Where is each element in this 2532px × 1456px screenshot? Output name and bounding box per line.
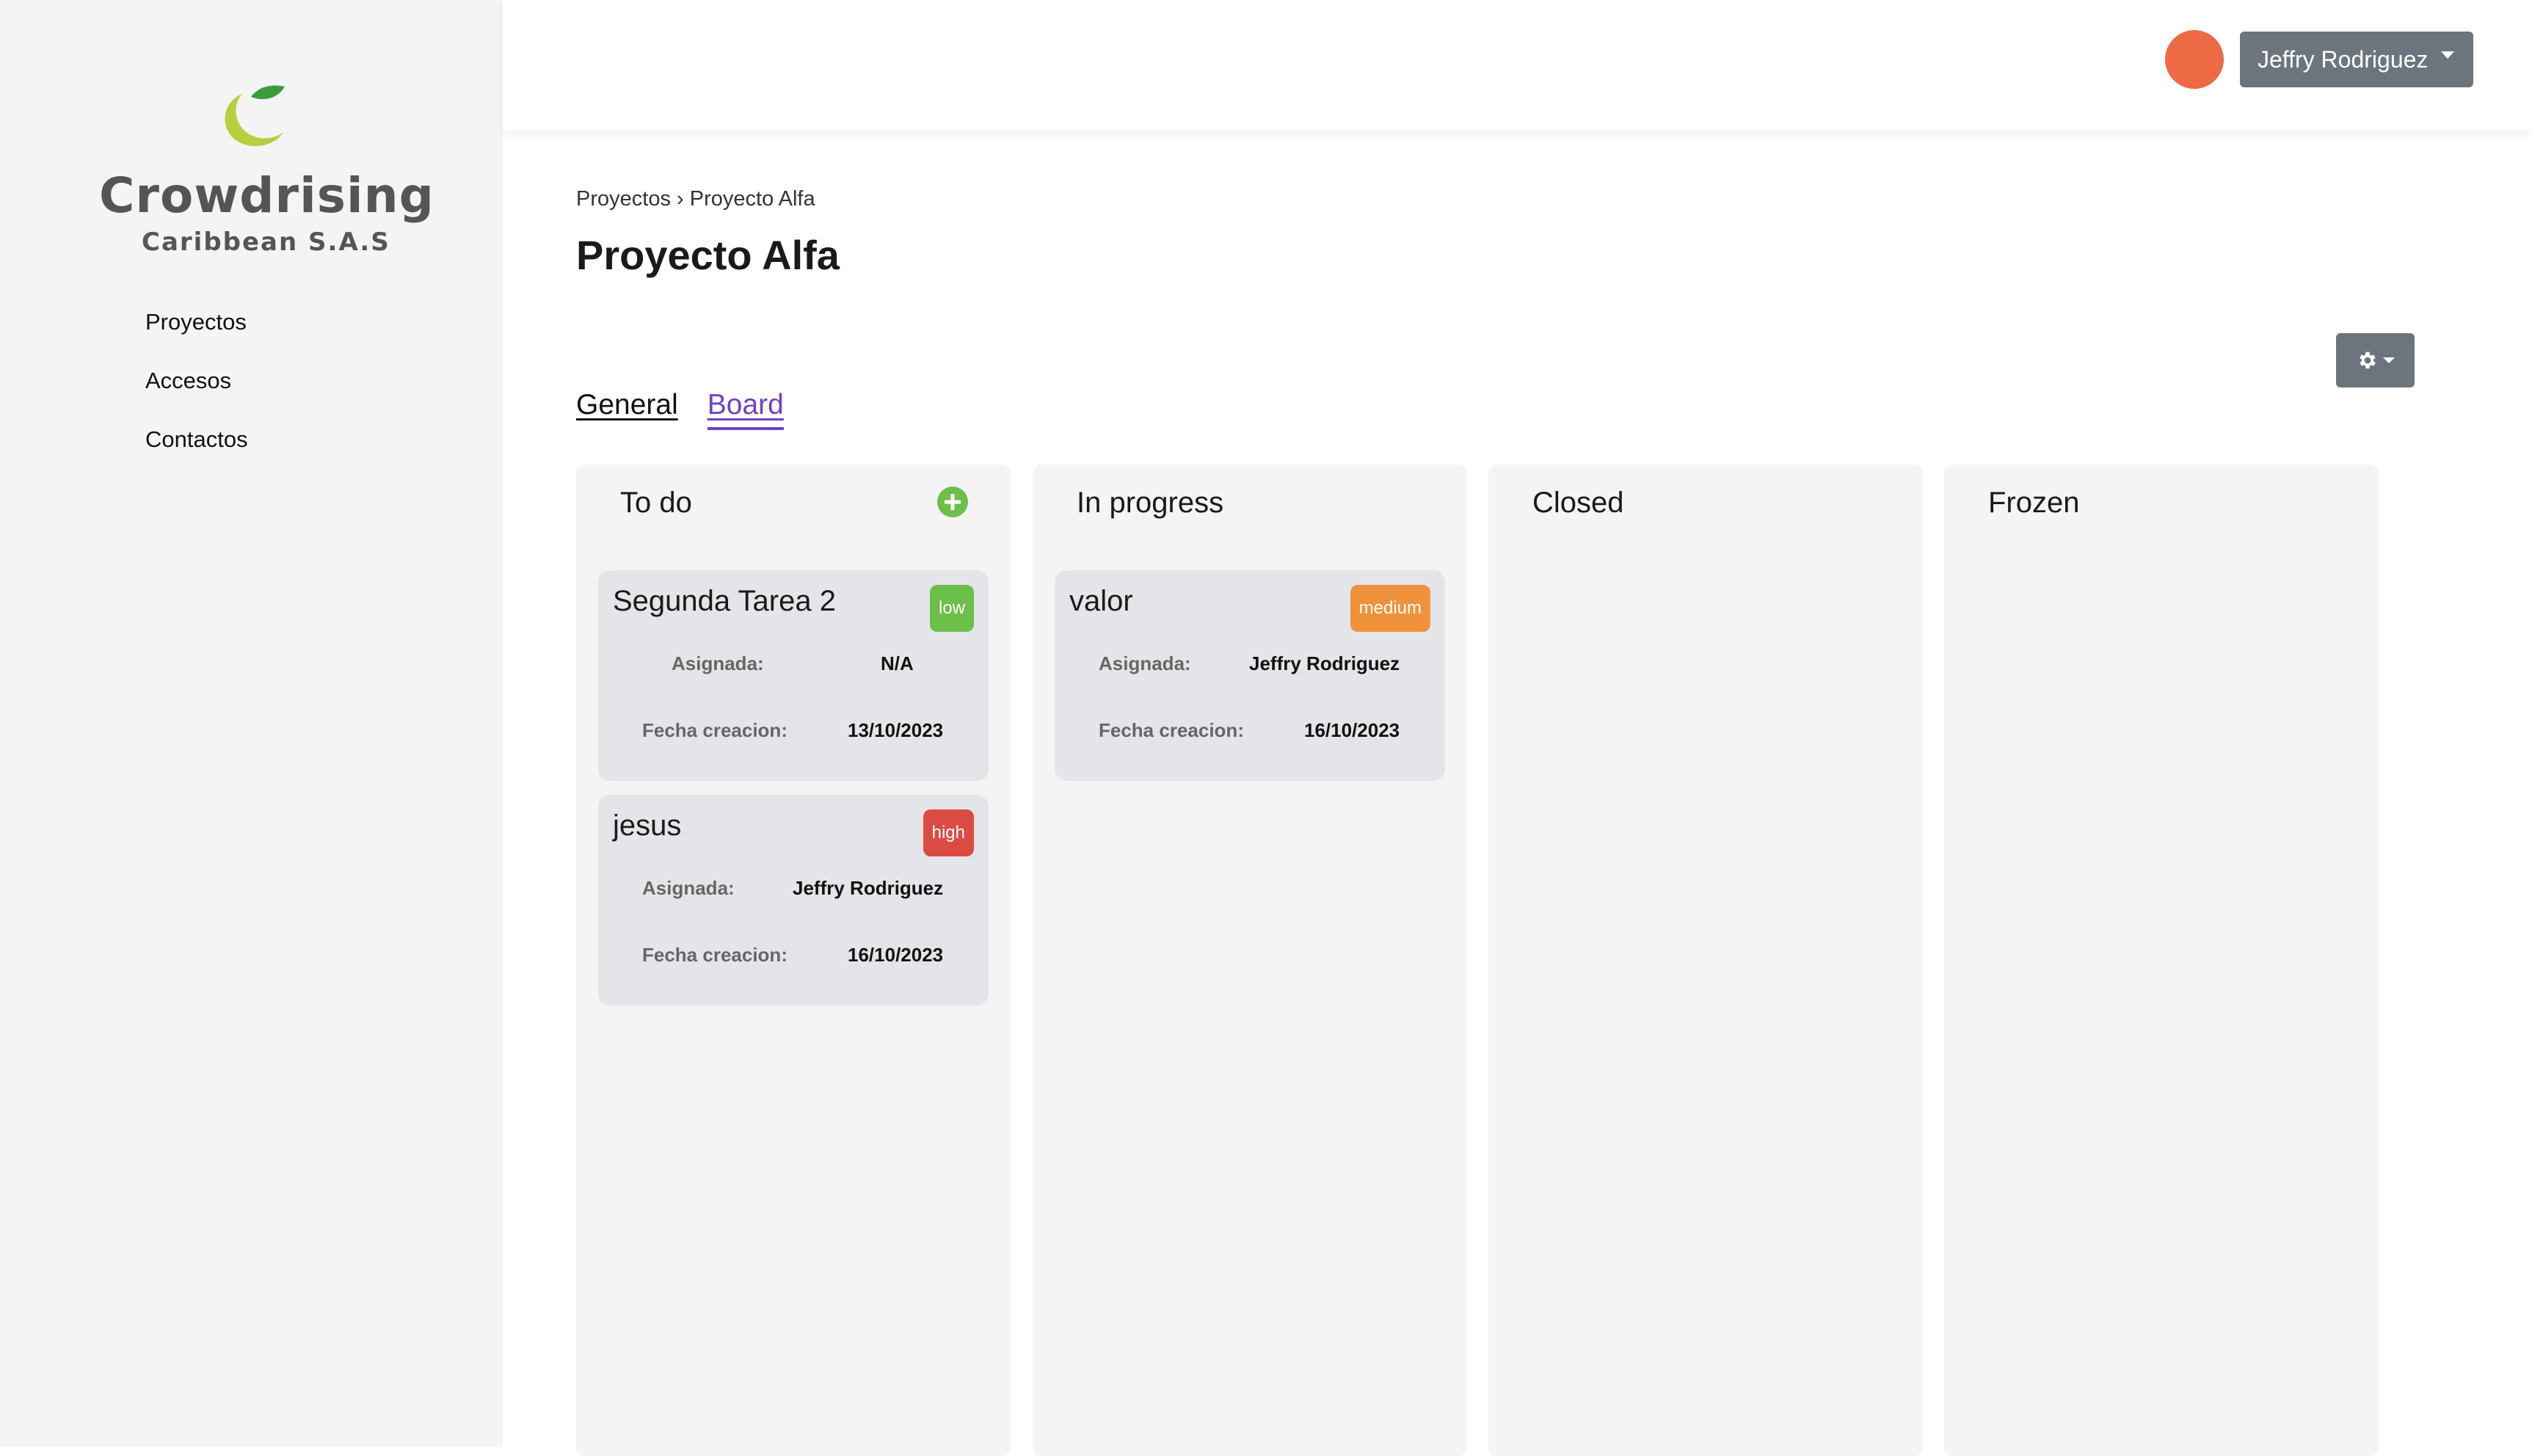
column-title: To do (620, 487, 692, 519)
sidebar-item-contactos[interactable]: Contactos (145, 422, 248, 481)
assigned-label: Asignada: (642, 877, 735, 899)
board-column-in-progress: In progress valor medium Asignada: Jeffr… (1033, 465, 1467, 1456)
add-task-button[interactable] (937, 487, 968, 517)
priority-badge: high (923, 809, 974, 856)
column-title: Frozen (1988, 487, 2080, 519)
sidebar-nav: Proyectos Accesos Contactos (145, 305, 248, 481)
breadcrumb: Proyectos › Proyecto Alfa (576, 187, 815, 211)
page-title: Proyecto Alfa (576, 232, 840, 278)
date-value: 16/10/2023 (1304, 719, 1400, 741)
board-column-todo: To do Segunda Tarea 2 low Asignada: N/A … (576, 465, 1011, 1456)
breadcrumb-separator: › (677, 187, 684, 211)
sidebar-item-proyectos[interactable]: Proyectos (145, 305, 248, 363)
chevron-down-icon (2382, 357, 2395, 363)
assigned-value: Jeffry Rodriguez (1249, 652, 1400, 674)
board-column-closed: Closed (1488, 465, 1923, 1456)
date-value: 13/10/2023 (848, 719, 944, 741)
breadcrumb-item-current: Proyecto Alfa (689, 187, 815, 211)
chevron-down-icon (2441, 51, 2455, 59)
brand-subtitle: Caribbean S.A.S (142, 228, 390, 257)
settings-dropdown-button[interactable] (2336, 333, 2415, 387)
assigned-label: Asignada: (672, 652, 764, 674)
gear-icon (2359, 352, 2376, 369)
assigned-value: Jeffry Rodriguez (793, 877, 944, 899)
task-title: Segunda Tarea 2 (613, 585, 836, 617)
date-label: Fecha creacion: (642, 944, 787, 966)
date-label: Fecha creacion: (642, 719, 787, 741)
breadcrumb-item-proyectos[interactable]: Proyectos (576, 187, 671, 211)
tab-bar: General Board (576, 389, 784, 430)
date-label: Fecha creacion: (1099, 719, 1244, 741)
priority-badge: low (929, 585, 974, 632)
column-title: In progress (1077, 487, 1224, 519)
sidebar-item-accesos[interactable]: Accesos (145, 363, 248, 422)
assigned-label: Asignada: (1099, 652, 1191, 674)
column-title: Closed (1532, 487, 1624, 519)
board-column-frozen: Frozen (1944, 465, 2379, 1456)
tab-general[interactable]: General (576, 389, 678, 430)
task-card[interactable]: Segunda Tarea 2 low Asignada: N/A Fecha … (598, 570, 989, 781)
task-card[interactable]: jesus high Asignada: Jeffry Rodriguez Fe… (598, 795, 989, 1005)
avatar[interactable] (2165, 30, 2224, 89)
priority-badge: medium (1350, 585, 1430, 632)
task-card[interactable]: valor medium Asignada: Jeffry Rodriguez … (1055, 570, 1445, 781)
tab-board[interactable]: Board (707, 389, 784, 430)
crescent-leaf-icon (225, 85, 285, 147)
brand-name: Crowdrising (99, 167, 434, 224)
sidebar: Crowdrising Caribbean S.A.S Proyectos Ac… (0, 0, 503, 1447)
assigned-value: N/A (881, 652, 914, 674)
top-bar (503, 0, 2532, 131)
user-name: Jeffry Rodriguez (2258, 46, 2429, 73)
task-title: jesus (613, 809, 682, 842)
company-logo: Crowdrising Caribbean S.A.S (99, 81, 434, 264)
user-menu-button[interactable]: Jeffry Rodriguez (2240, 32, 2473, 87)
task-title: valor (1069, 585, 1133, 617)
date-value: 16/10/2023 (848, 944, 944, 966)
